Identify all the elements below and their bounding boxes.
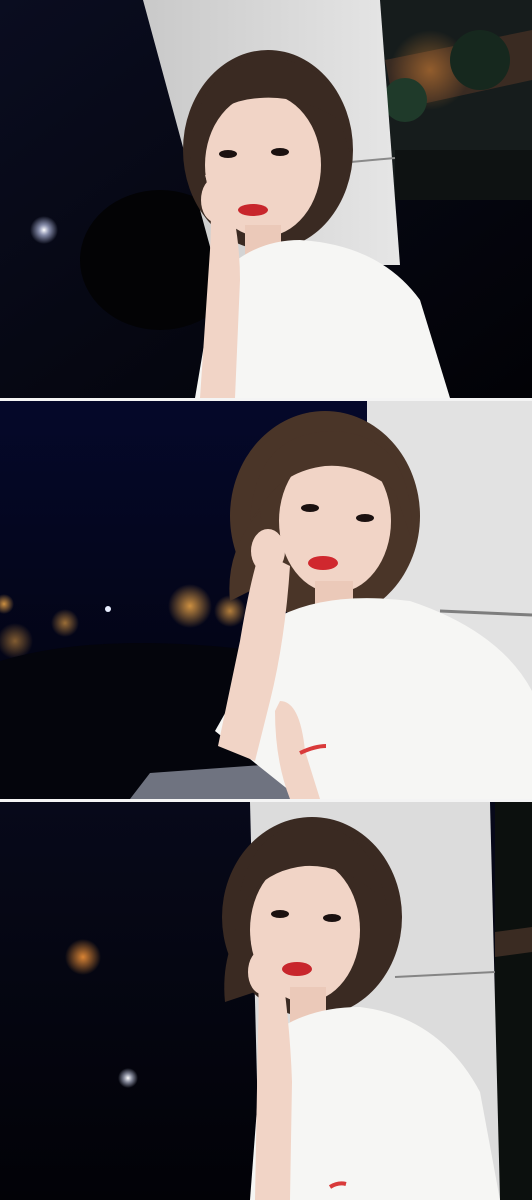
photo-panel-bottom <box>0 802 532 1200</box>
portrait-night-1 <box>0 0 532 398</box>
portrait-night-2 <box>0 401 532 799</box>
photo-collage <box>0 0 532 1200</box>
photo-panel-top <box>0 0 532 398</box>
photo-panel-middle <box>0 401 532 799</box>
portrait-night-3 <box>0 802 532 1200</box>
